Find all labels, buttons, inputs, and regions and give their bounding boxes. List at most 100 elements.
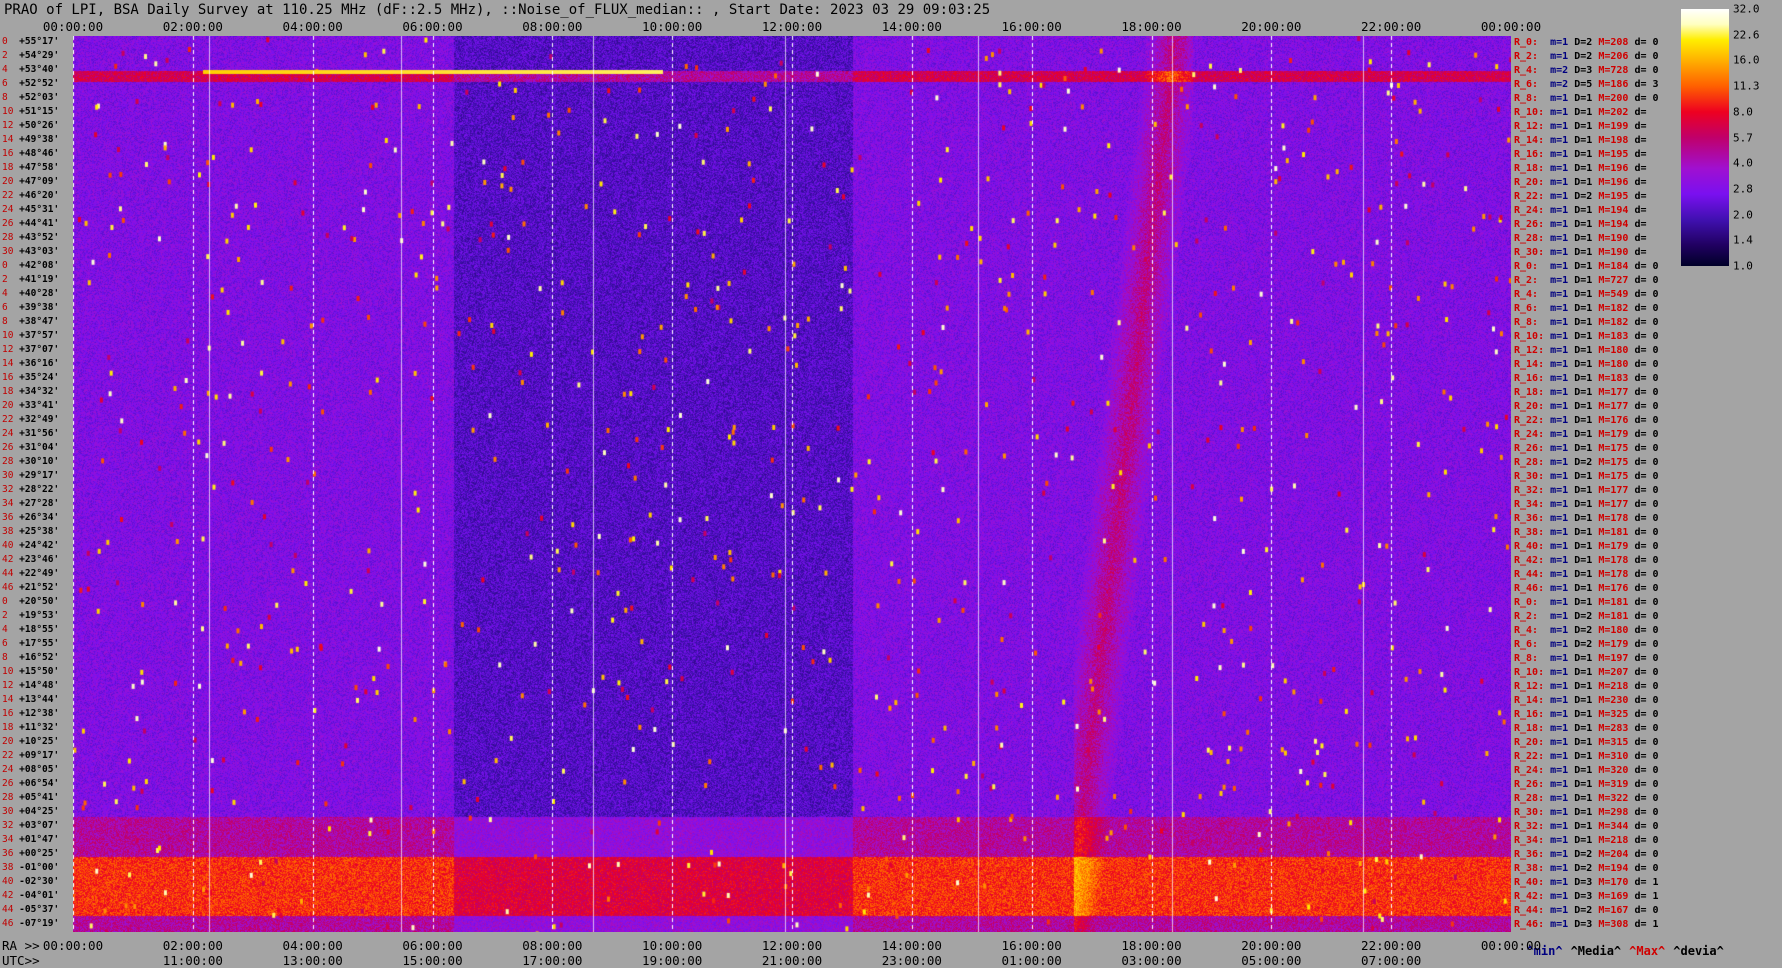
row-stat-md: D=1: [1568, 807, 1593, 818]
row-stat-r: R_10:: [1514, 331, 1545, 342]
declination-value: +22°49': [19, 568, 60, 579]
declination-label: 12 +50°26': [2, 121, 59, 131]
beam-index: 10: [2, 106, 20, 117]
declination-label: 8 +52°03': [2, 93, 59, 103]
row-stat: R_14: m=1 D=1 M=180 d= 0: [1514, 359, 1659, 371]
row-stat-dv: d= 0: [1628, 905, 1659, 916]
row-stat: R_14: m=1 D=1 M=230 d= 0: [1514, 695, 1659, 707]
declination-label: 28 +43°52': [2, 233, 59, 243]
row-stat: R_4: m=1 D=2 M=180 d= 0: [1514, 625, 1659, 637]
row-stat-dv: d=: [1628, 163, 1647, 174]
row-stat-mx: M=204: [1592, 849, 1629, 860]
row-stat-dv: d=: [1628, 247, 1647, 258]
declination-label: 0 +42°08': [2, 261, 59, 271]
x_top_ticks-tick: 20:00:00: [1241, 19, 1302, 34]
row-stat: R_24: m=1 D=1 M=179 d= 0: [1514, 429, 1659, 441]
row-stat-dv: d=: [1628, 135, 1647, 146]
declination-label: 26 +44°41': [2, 219, 59, 229]
row-stat-r: R_42:: [1514, 891, 1545, 902]
declination-value: +23°46': [19, 554, 60, 565]
row-stat: R_18: m=1 D=1 M=283 d= 0: [1514, 723, 1659, 735]
colorbar-tick: 5.7: [1733, 131, 1753, 144]
row-stat: R_28: m=1 D=1 M=322 d= 0: [1514, 793, 1659, 805]
declination-value: +14°48': [19, 680, 60, 691]
declination-label: 36 +00°25': [2, 849, 59, 859]
row-stat-mn: m=1: [1544, 359, 1569, 370]
row-stat-md: D=1: [1568, 555, 1593, 566]
utc_ticks-tick: 19:00:00: [642, 953, 703, 968]
row-stat-mx: M=179: [1592, 639, 1629, 650]
row-stat-r: R_4:: [1514, 289, 1545, 300]
row-stat-mx: M=195: [1592, 191, 1629, 202]
row-stat-dv: d= 0: [1628, 513, 1659, 524]
row-stat-dv: d= 0: [1628, 331, 1659, 342]
declination-value: +37°57': [19, 330, 60, 341]
row-stat-dv: d= 0: [1628, 345, 1659, 356]
beam-index: 14: [2, 134, 20, 145]
beam-index: 2: [2, 274, 20, 285]
row-stat-dv: d=: [1628, 107, 1647, 118]
declination-value: +51°15': [19, 106, 60, 117]
row-stat-mx: M=177: [1592, 387, 1629, 398]
declination-label: 38 -01°00': [2, 863, 59, 873]
row-stat-md: D=1: [1568, 177, 1593, 188]
row-stat-md: D=3: [1568, 919, 1593, 930]
row-stat-mn: m=1: [1544, 443, 1569, 454]
beam-index: 32: [2, 484, 20, 495]
row-stat-mx: M=190: [1592, 247, 1629, 258]
row-stat-mx: M=315: [1592, 737, 1629, 748]
row-stat-mn: m=1: [1544, 107, 1569, 118]
beam-index: 36: [2, 848, 20, 859]
row-stat-r: R_8:: [1514, 653, 1545, 664]
row-stat: R_14: m=1 D=1 M=198 d=: [1514, 135, 1646, 147]
row-stat-r: R_30:: [1514, 247, 1545, 258]
declination-label: 20 +33°41': [2, 401, 59, 411]
row-stat-md: D=1: [1568, 499, 1593, 510]
row-stat-mx: M=202: [1592, 107, 1629, 118]
row-stat-mx: M=218: [1592, 681, 1629, 692]
row-statistics: R_0: m=1 D=2 M=208 d= 0 R_2: m=1 D=2 M=20…: [1512, 36, 1682, 932]
utc-axis: 11:00:00 13:00:00 15:00:00 17:00:00 19:00:00…: [0, 953, 1782, 968]
row-stat-dv: d= 0: [1628, 695, 1659, 706]
row-stat-mx: M=170: [1592, 877, 1629, 888]
row-stat-r: R_12:: [1514, 681, 1545, 692]
declination-label: 34 +01°47': [2, 835, 59, 845]
row-stat-md: D=1: [1568, 373, 1593, 384]
row-stat-r: R_14:: [1514, 135, 1545, 146]
declination-value: +10°25': [19, 736, 60, 747]
row-stat-r: R_2:: [1514, 611, 1545, 622]
beam-index: 4: [2, 288, 20, 299]
row-stat-mn: m=1: [1544, 51, 1569, 62]
row-stat-r: R_20:: [1514, 401, 1545, 412]
row-stat-mn: m=1: [1544, 667, 1569, 678]
declination-label: 14 +13°44': [2, 695, 59, 705]
row-stat-mn: m=1: [1544, 275, 1569, 286]
declination-label: 40 -02°30': [2, 877, 59, 887]
row-stat-r: R_6:: [1514, 639, 1545, 650]
row-stat-r: R_20:: [1514, 177, 1545, 188]
colorbar-tick: 4.0: [1733, 156, 1753, 170]
beam-index: 12: [2, 680, 20, 691]
row-stat-mn: m=1: [1544, 177, 1569, 188]
row-stat-r: R_30:: [1514, 471, 1545, 482]
row-stat-mx: M=179: [1592, 429, 1629, 440]
row-stat-mx: M=308: [1592, 919, 1629, 930]
row-stat-r: R_0:: [1514, 261, 1545, 272]
colorbar-tick: 11.3: [1733, 79, 1760, 93]
declination-value: +27°28': [19, 498, 60, 509]
colorbar: [1681, 9, 1729, 266]
row-stat-md: D=1: [1568, 387, 1593, 398]
row-stat-mx: M=310: [1592, 751, 1629, 762]
utc_ticks-tick: 05:00:00: [1241, 953, 1302, 968]
row-stat-mx: M=183: [1592, 331, 1629, 342]
row-stat-md: D=1: [1568, 205, 1593, 216]
beam-index: 22: [2, 750, 20, 761]
row-stat-mx: M=177: [1592, 485, 1629, 496]
colorbar-ticks: 32.0 22.6 16.0 11.3 8.0 5.7 4.0 2.8 2.0 1.4 1.0: [1733, 3, 1782, 273]
row-stat-mx: M=199: [1592, 121, 1629, 132]
beam-index: 24: [2, 204, 20, 215]
row-stat-mn: m=2: [1544, 79, 1569, 90]
ra_ticks-tick: 18:00:00: [1121, 938, 1182, 953]
row-stat-mn: m=1: [1544, 541, 1569, 552]
declination-value: +31°04': [19, 442, 60, 453]
